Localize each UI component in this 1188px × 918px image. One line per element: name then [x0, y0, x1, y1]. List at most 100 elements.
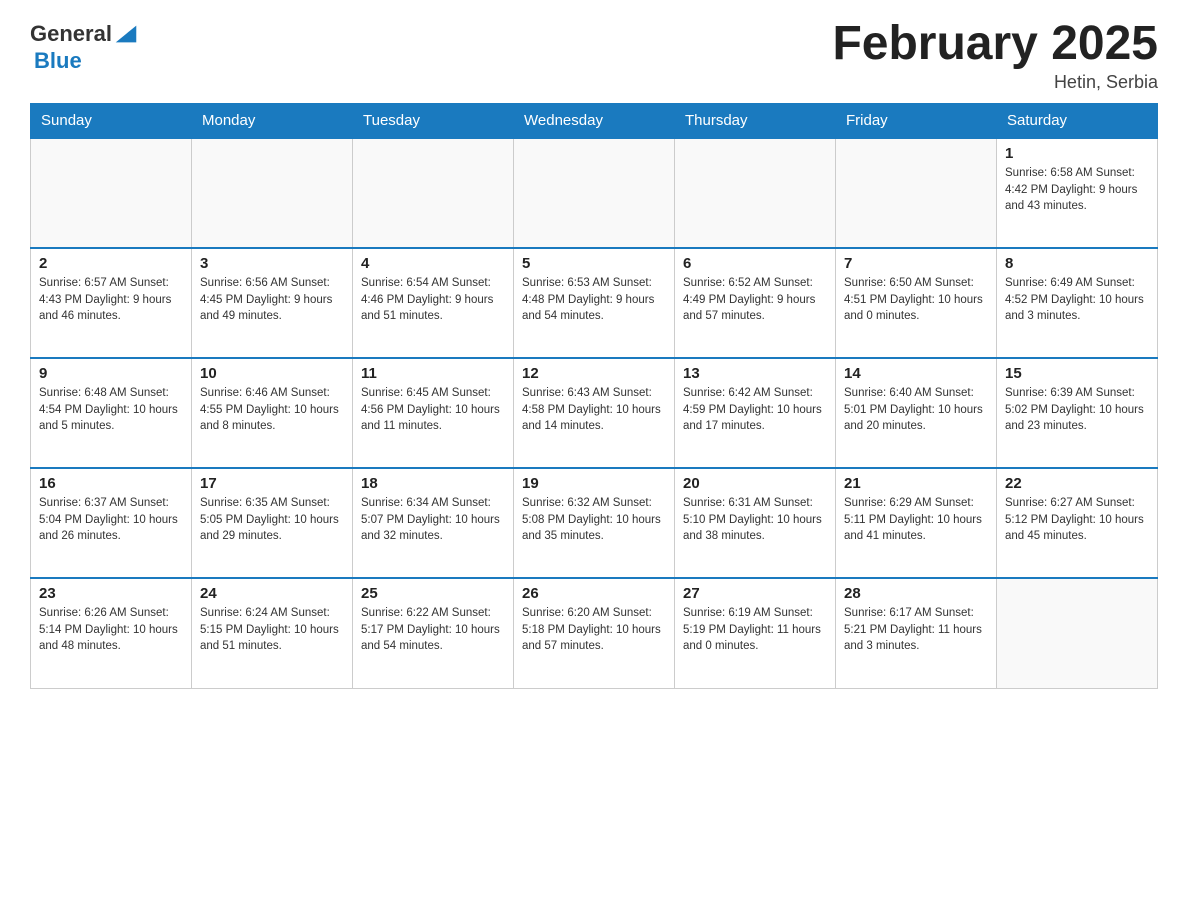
calendar-header-saturday: Saturday — [997, 104, 1158, 139]
day-number: 13 — [683, 365, 827, 382]
calendar-cell: 27 Sunrise: 6:19 AM Sunset: 5:19 PM Dayli… — [675, 578, 836, 688]
calendar-cell: 25 Sunrise: 6:22 AM Sunset: 5:17 PM Dayli… — [353, 578, 514, 688]
calendar-cell: 26 Sunrise: 6:20 AM Sunset: 5:18 PM Dayli… — [514, 578, 675, 688]
calendar-week-row: 9 Sunrise: 6:48 AM Sunset: 4:54 PM Daylig… — [31, 358, 1158, 468]
day-info: Sunrise: 6:56 AM Sunset: 4:45 PM Dayligh… — [200, 275, 344, 325]
day-info: Sunrise: 6:24 AM Sunset: 5:15 PM Dayligh… — [200, 605, 344, 655]
day-info: Sunrise: 6:43 AM Sunset: 4:58 PM Dayligh… — [522, 385, 666, 435]
day-number: 5 — [522, 255, 666, 272]
day-info: Sunrise: 6:54 AM Sunset: 4:46 PM Dayligh… — [361, 275, 505, 325]
day-number: 18 — [361, 475, 505, 492]
calendar-cell: 24 Sunrise: 6:24 AM Sunset: 5:15 PM Dayli… — [192, 578, 353, 688]
day-info: Sunrise: 6:48 AM Sunset: 4:54 PM Dayligh… — [39, 385, 183, 435]
day-info: Sunrise: 6:45 AM Sunset: 4:56 PM Dayligh… — [361, 385, 505, 435]
day-info: Sunrise: 6:26 AM Sunset: 5:14 PM Dayligh… — [39, 605, 183, 655]
day-info: Sunrise: 6:58 AM Sunset: 4:42 PM Dayligh… — [1005, 165, 1149, 215]
day-number: 12 — [522, 365, 666, 382]
calendar-cell: 14Sunrise: 6:40 AM Sunset: 5:01 PM Dayli… — [836, 358, 997, 468]
calendar-header-thursday: Thursday — [675, 104, 836, 139]
page-header: General Blue February 2025 Hetin, Serbia — [30, 20, 1158, 93]
day-number: 23 — [39, 585, 183, 602]
title-area: February 2025 Hetin, Serbia — [832, 20, 1158, 93]
day-info: Sunrise: 6:42 AM Sunset: 4:59 PM Dayligh… — [683, 385, 827, 435]
day-info: Sunrise: 6:50 AM Sunset: 4:51 PM Dayligh… — [844, 275, 988, 325]
calendar-cell: 21Sunrise: 6:29 AM Sunset: 5:11 PM Dayli… — [836, 468, 997, 578]
calendar-header-wednesday: Wednesday — [514, 104, 675, 139]
day-number: 26 — [522, 585, 666, 602]
day-number: 11 — [361, 365, 505, 382]
day-number: 25 — [361, 585, 505, 602]
day-number: 24 — [200, 585, 344, 602]
day-number: 14 — [844, 365, 988, 382]
day-number: 22 — [1005, 475, 1149, 492]
calendar-header-sunday: Sunday — [31, 104, 192, 139]
calendar-cell: 2 Sunrise: 6:57 AM Sunset: 4:43 PM Daylig… — [31, 248, 192, 358]
calendar-cell: 28 Sunrise: 6:17 AM Sunset: 5:21 PM Dayli… — [836, 578, 997, 688]
day-number: 28 — [844, 585, 988, 602]
calendar-cell: 20 Sunrise: 6:31 AM Sunset: 5:10 PM Dayli… — [675, 468, 836, 578]
calendar-cell: 11 Sunrise: 6:45 AM Sunset: 4:56 PM Dayli… — [353, 358, 514, 468]
calendar-cell: 6 Sunrise: 6:52 AM Sunset: 4:49 PM Daylig… — [675, 248, 836, 358]
calendar-cell: 4 Sunrise: 6:54 AM Sunset: 4:46 PM Daylig… — [353, 248, 514, 358]
logo-text-general: General — [30, 21, 112, 47]
day-info: Sunrise: 6:29 AM Sunset: 5:11 PM Dayligh… — [844, 495, 988, 545]
calendar-cell — [514, 138, 675, 248]
calendar-cell — [353, 138, 514, 248]
day-number: 27 — [683, 585, 827, 602]
day-number: 10 — [200, 365, 344, 382]
calendar-cell: 9 Sunrise: 6:48 AM Sunset: 4:54 PM Daylig… — [31, 358, 192, 468]
day-info: Sunrise: 6:20 AM Sunset: 5:18 PM Dayligh… — [522, 605, 666, 655]
calendar-cell: 15 Sunrise: 6:39 AM Sunset: 5:02 PM Dayli… — [997, 358, 1158, 468]
day-number: 19 — [522, 475, 666, 492]
day-info: Sunrise: 6:27 AM Sunset: 5:12 PM Dayligh… — [1005, 495, 1149, 545]
calendar-cell: 13 Sunrise: 6:42 AM Sunset: 4:59 PM Dayli… — [675, 358, 836, 468]
day-info: Sunrise: 6:35 AM Sunset: 5:05 PM Dayligh… — [200, 495, 344, 545]
day-number: 15 — [1005, 365, 1149, 382]
day-info: Sunrise: 6:32 AM Sunset: 5:08 PM Dayligh… — [522, 495, 666, 545]
day-info: Sunrise: 6:52 AM Sunset: 4:49 PM Dayligh… — [683, 275, 827, 325]
day-number: 6 — [683, 255, 827, 272]
calendar-cell — [675, 138, 836, 248]
calendar-cell — [836, 138, 997, 248]
calendar-cell: 16 Sunrise: 6:37 AM Sunset: 5:04 PM Dayli… — [31, 468, 192, 578]
day-info: Sunrise: 6:39 AM Sunset: 5:02 PM Dayligh… — [1005, 385, 1149, 435]
logo: General Blue — [30, 20, 140, 74]
day-number: 8 — [1005, 255, 1149, 272]
calendar-cell: 23 Sunrise: 6:26 AM Sunset: 5:14 PM Dayli… — [31, 578, 192, 688]
calendar-week-row: 16 Sunrise: 6:37 AM Sunset: 5:04 PM Dayli… — [31, 468, 1158, 578]
day-number: 7 — [844, 255, 988, 272]
day-number: 1 — [1005, 145, 1149, 162]
calendar-cell: 19 Sunrise: 6:32 AM Sunset: 5:08 PM Dayli… — [514, 468, 675, 578]
calendar-cell: 7 Sunrise: 6:50 AM Sunset: 4:51 PM Daylig… — [836, 248, 997, 358]
day-number: 20 — [683, 475, 827, 492]
calendar-header-monday: Monday — [192, 104, 353, 139]
calendar-cell: 17Sunrise: 6:35 AM Sunset: 5:05 PM Dayli… — [192, 468, 353, 578]
day-info: Sunrise: 6:46 AM Sunset: 4:55 PM Dayligh… — [200, 385, 344, 435]
calendar-cell: 8 Sunrise: 6:49 AM Sunset: 4:52 PM Daylig… — [997, 248, 1158, 358]
calendar-header-tuesday: Tuesday — [353, 104, 514, 139]
day-number: 16 — [39, 475, 183, 492]
day-info: Sunrise: 6:57 AM Sunset: 4:43 PM Dayligh… — [39, 275, 183, 325]
calendar-cell: 3 Sunrise: 6:56 AM Sunset: 4:45 PM Daylig… — [192, 248, 353, 358]
day-info: Sunrise: 6:34 AM Sunset: 5:07 PM Dayligh… — [361, 495, 505, 545]
day-info: Sunrise: 6:22 AM Sunset: 5:17 PM Dayligh… — [361, 605, 505, 655]
day-number: 9 — [39, 365, 183, 382]
day-info: Sunrise: 6:17 AM Sunset: 5:21 PM Dayligh… — [844, 605, 988, 655]
logo-triangle-icon — [112, 20, 140, 48]
day-number: 4 — [361, 255, 505, 272]
calendar-week-row: 23 Sunrise: 6:26 AM Sunset: 5:14 PM Dayli… — [31, 578, 1158, 688]
day-info: Sunrise: 6:19 AM Sunset: 5:19 PM Dayligh… — [683, 605, 827, 655]
location: Hetin, Serbia — [832, 72, 1158, 93]
calendar-header-row: SundayMondayTuesdayWednesdayThursdayFrid… — [31, 104, 1158, 139]
day-info: Sunrise: 6:53 AM Sunset: 4:48 PM Dayligh… — [522, 275, 666, 325]
day-number: 2 — [39, 255, 183, 272]
day-info: Sunrise: 6:31 AM Sunset: 5:10 PM Dayligh… — [683, 495, 827, 545]
calendar-cell: 22 Sunrise: 6:27 AM Sunset: 5:12 PM Dayli… — [997, 468, 1158, 578]
day-number: 3 — [200, 255, 344, 272]
calendar-cell — [997, 578, 1158, 688]
calendar-cell — [31, 138, 192, 248]
calendar-table: SundayMondayTuesdayWednesdayThursdayFrid… — [30, 103, 1158, 689]
day-info: Sunrise: 6:37 AM Sunset: 5:04 PM Dayligh… — [39, 495, 183, 545]
calendar-cell: 1 Sunrise: 6:58 AM Sunset: 4:42 PM Daylig… — [997, 138, 1158, 248]
day-info: Sunrise: 6:49 AM Sunset: 4:52 PM Dayligh… — [1005, 275, 1149, 325]
